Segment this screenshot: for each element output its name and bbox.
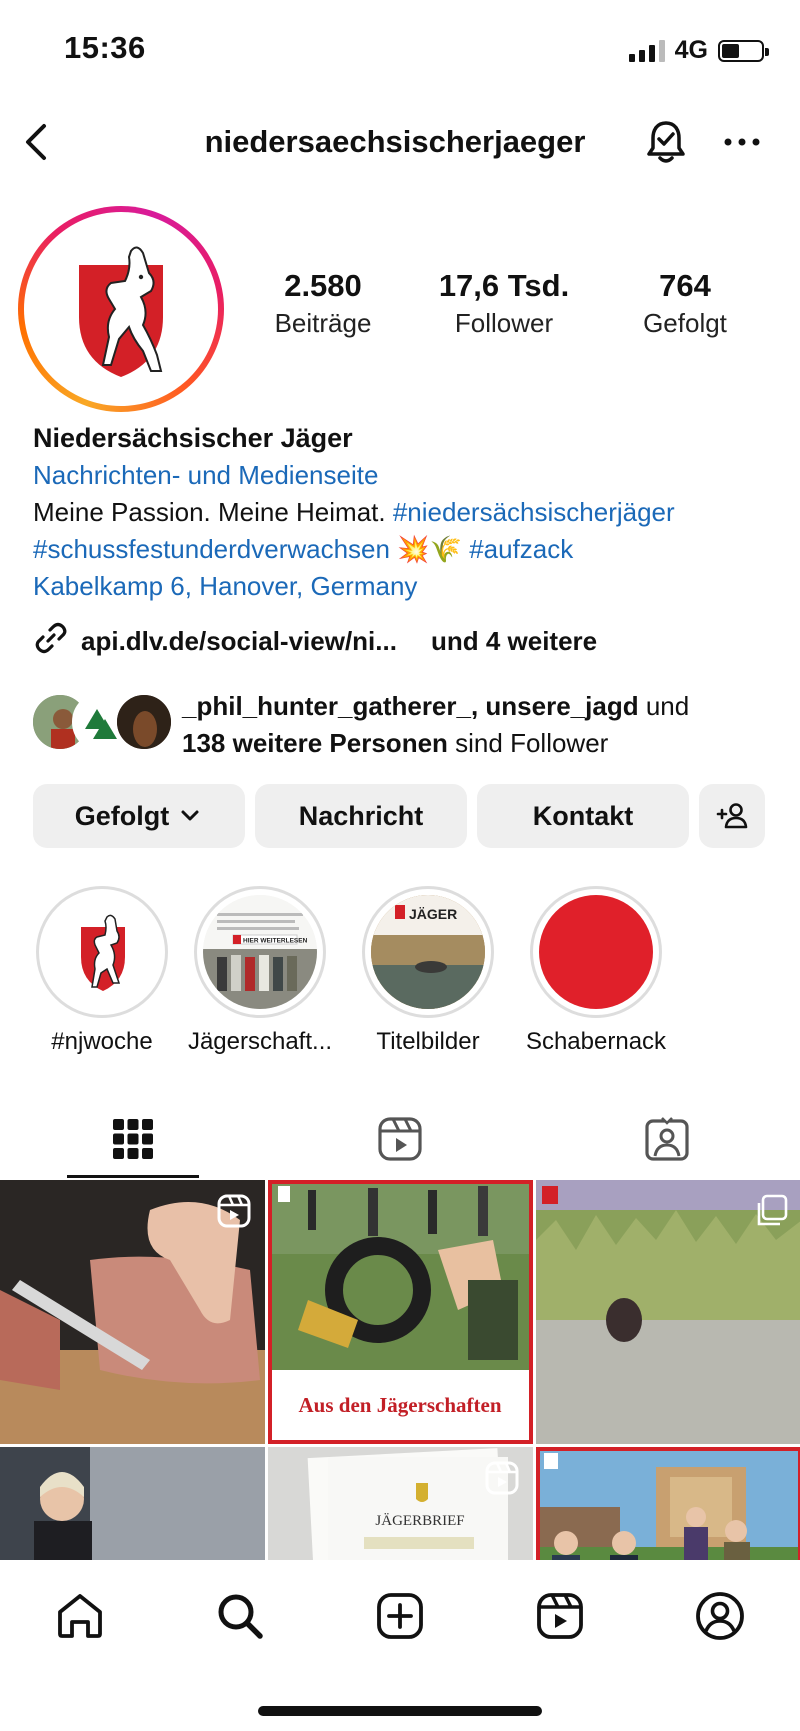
highlight-label: Schabernack <box>525 1028 667 1055</box>
highlight-snippet-text: JÄGER <box>409 906 457 922</box>
hare-shield-logo <box>33 221 209 397</box>
carousel-badge-icon <box>757 1194 788 1226</box>
post-thumbnail[interactable] <box>0 1447 265 1560</box>
nav-profile[interactable] <box>690 1586 750 1646</box>
mutual-followers-text: _phil_hunter_gatherer_, unsere_jagd und … <box>182 688 689 762</box>
hashtag-link[interactable]: #schussfestunderdverwachsen <box>33 534 390 564</box>
search-icon <box>218 1594 263 1639</box>
highlight-label: Jägerschaft... <box>187 1028 333 1055</box>
add-person-icon <box>716 803 748 829</box>
message-button-label: Nachricht <box>298 800 424 831</box>
nav-create[interactable] <box>370 1586 430 1646</box>
profile-bio: Niedersächsischer Jäger Nachrichten- und… <box>33 420 793 605</box>
following-button[interactable]: Gefolgt <box>33 784 245 848</box>
nav-home[interactable] <box>50 1586 110 1646</box>
post-caption-overlay: Aus den Jägerschaften <box>299 1393 502 1417</box>
nav-reels[interactable] <box>530 1586 590 1646</box>
contact-button-label: Kontakt <box>532 800 634 831</box>
profile-icon <box>696 1592 744 1640</box>
mutual-follower-count[interactable]: 138 weitere Personen <box>182 728 448 758</box>
network-type: 4G <box>674 36 708 64</box>
tab-tagged[interactable] <box>572 1100 762 1178</box>
highlight-label: #njwoche <box>51 1028 153 1055</box>
hashtag-link[interactable]: #aufzack <box>469 534 573 564</box>
battery-icon <box>718 39 769 62</box>
tagged-person-icon <box>645 1117 689 1161</box>
highlight-item[interactable]: HIER WEITERLESEN Jägerschaft... <box>180 886 340 1056</box>
hashtag-link[interactable]: #niedersächsischerjäger <box>393 497 675 527</box>
stat-following-label: Gefolgt <box>643 308 727 338</box>
add-post-icon <box>377 1593 423 1639</box>
post-thumbnail[interactable] <box>536 1180 800 1444</box>
suggested-users-button[interactable] <box>699 784 765 848</box>
message-button[interactable]: Nachricht <box>255 784 467 848</box>
highlight-cover-magazine: JÄGER <box>371 895 485 1009</box>
highlight-snippet-text: HIER WEITERLESEN <box>243 938 308 945</box>
more-options-icon[interactable] <box>718 120 766 164</box>
profile-avatar[interactable] <box>18 206 224 412</box>
post-document-title: JÄGERBRIEF <box>375 1512 464 1529</box>
bottom-navigation <box>0 1560 800 1731</box>
post-thumbnail[interactable]: JÄGERBRIEF <box>268 1447 533 1560</box>
link-more[interactable]: und 4 weitere <box>431 626 597 657</box>
highlight-item[interactable]: #njwoche <box>22 886 182 1056</box>
notification-bell-icon[interactable] <box>640 116 692 168</box>
link-icon <box>33 620 69 663</box>
profile-header: niedersaechsischerjaeger <box>0 110 800 174</box>
highlight-label: Titelbilder <box>376 1028 480 1055</box>
stat-followers-value: 17,6 Tsd. <box>438 268 570 303</box>
tab-posts-grid[interactable] <box>38 1100 228 1178</box>
highlight-cover-newspaper: HIER WEITERLESEN <box>203 895 317 1009</box>
grid-icon <box>113 1119 153 1159</box>
bio-text: Meine Passion. Meine Heimat. <box>33 497 386 527</box>
status-time: 15:36 <box>64 30 146 65</box>
hare-shield-logo <box>45 895 159 1009</box>
reels-icon <box>378 1117 422 1161</box>
mutual-suffix: sind Follower <box>455 728 609 758</box>
signal-icon <box>628 39 665 62</box>
contact-button[interactable]: Kontakt <box>477 784 689 848</box>
bio-line-1: Meine Passion. Meine Heimat. #niedersäch… <box>33 494 793 531</box>
bio-emoji: 💥🌾 <box>397 534 462 564</box>
bio-line-2: #schussfestunderdverwachsen 💥🌾 #aufzack <box>33 531 793 568</box>
profile-display-name: Niedersächsischer Jäger <box>33 423 353 453</box>
tab-reels[interactable] <box>305 1100 495 1178</box>
mutual-and: und <box>645 691 690 721</box>
stat-following-value: 764 <box>659 268 711 303</box>
mutual-follower-names[interactable]: _phil_hunter_gatherer_, unsere_jagd <box>182 691 639 721</box>
stat-posts[interactable]: 2.580 Beiträge <box>228 268 418 339</box>
profile-links[interactable]: api.dlv.de/social-view/ni... und 4 weite… <box>33 620 597 663</box>
profile-tabs <box>0 1100 800 1180</box>
profile-actions: Gefolgt Nachricht Kontakt <box>33 784 768 848</box>
highlight-item[interactable]: Schabernack <box>516 886 676 1056</box>
profile-address[interactable]: Kabelkamp 6, Hanover, Germany <box>33 568 793 605</box>
reel-badge-icon <box>217 1194 251 1228</box>
story-highlights: #njwoche HIER WEITERLESEN Jägerschaft...… <box>22 886 800 1056</box>
nav-search[interactable] <box>210 1586 270 1646</box>
reel-badge-icon <box>485 1461 519 1495</box>
stat-posts-value: 2.580 <box>284 268 362 303</box>
highlight-cover-red <box>539 895 653 1009</box>
highlight-item[interactable]: JÄGER Titelbilder <box>348 886 508 1056</box>
stat-followers-label: Follower <box>454 308 554 338</box>
link-url[interactable]: api.dlv.de/social-view/ni... <box>81 626 397 657</box>
profile-category[interactable]: Nachrichten- und Medienseite <box>33 457 793 494</box>
home-icon <box>58 1594 102 1638</box>
reels-icon <box>537 1593 583 1639</box>
status-indicators: 4G <box>628 36 769 65</box>
stat-posts-label: Beiträge <box>274 308 372 338</box>
chevron-down-icon <box>181 810 199 821</box>
home-indicator[interactable] <box>258 1706 542 1716</box>
post-thumbnail[interactable] <box>536 1447 800 1560</box>
stat-followers[interactable]: 17,6 Tsd. Follower <box>418 268 590 339</box>
status-bar: 15:36 4G <box>0 0 800 100</box>
posts-grid: Aus den Jägerschaften JÄGERBRIEF <box>0 1180 800 1560</box>
following-button-label: Gefolgt <box>74 800 170 831</box>
post-thumbnail[interactable] <box>0 1180 265 1444</box>
post-thumbnail[interactable]: Aus den Jägerschaften <box>268 1180 533 1444</box>
stat-following[interactable]: 764 Gefolgt <box>600 268 770 339</box>
profile-stats: 2.580 Beiträge 17,6 Tsd. Follower 764 Ge… <box>230 268 790 339</box>
follower-avatar <box>114 692 174 752</box>
mutual-followers[interactable]: _phil_hunter_gatherer_, unsere_jagd und … <box>30 688 790 764</box>
